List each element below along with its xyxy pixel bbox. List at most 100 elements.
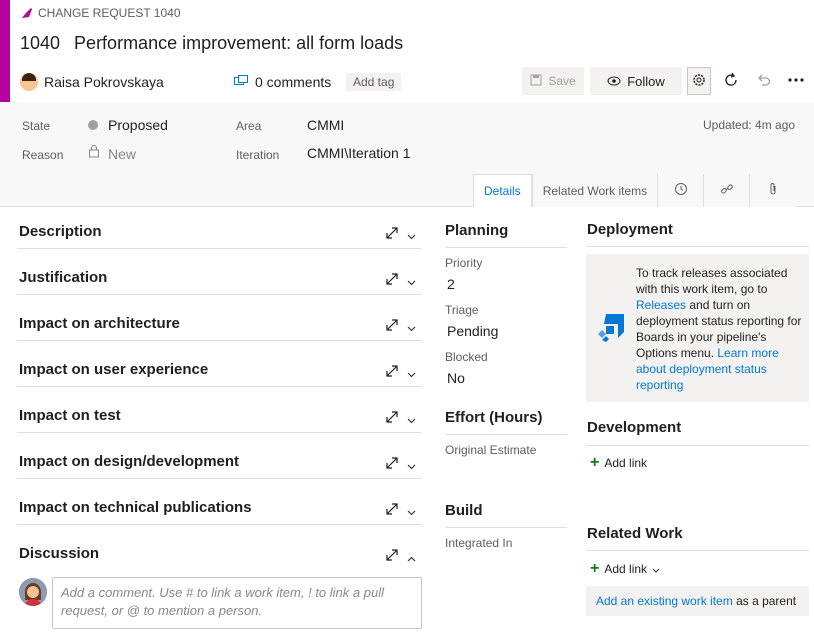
tab-links[interactable] [703,174,749,207]
section-impact-test[interactable]: Impact on test [17,401,422,433]
section-impact-user-experience[interactable]: Impact on user experience [17,355,422,387]
updated-timestamp[interactable]: Updated: 4m ago [703,118,795,132]
comments-link[interactable]: 0 comments [233,74,331,90]
state-dot [88,120,98,130]
add-existing-work-item-link[interactable]: Add an existing work item [596,594,733,608]
expand-icon[interactable] [385,318,399,337]
build-divider [445,527,567,528]
chevron-down-icon[interactable] [407,503,416,521]
section-impact-technical-publications[interactable]: Impact on technical publications [17,493,422,525]
refresh-icon[interactable] [722,71,740,89]
development-add-link-button[interactable]: + Add link [590,454,648,471]
assignee-avatar[interactable] [20,73,38,91]
follow-button[interactable]: Follow [590,67,682,95]
undo-icon[interactable] [755,71,773,89]
planning-title: Planning [445,222,509,239]
current-user-avatar [19,578,47,606]
triage-label: Triage [445,303,479,317]
priority-label: Priority [445,256,483,270]
expand-icon[interactable] [385,410,399,429]
reason-label: Reason [22,148,64,162]
related-work-add-link-button[interactable]: + Add link [590,560,660,577]
section-title: Impact on architecture [19,315,180,332]
eye-icon [607,74,621,89]
state-label: State [22,119,51,133]
comments-count: 0 comments [255,74,332,90]
iteration-label: Iteration [236,148,280,162]
chevron-down-icon[interactable] [407,273,416,291]
chevron-down-icon[interactable] [407,411,416,429]
lock-icon [88,144,100,163]
comment-input[interactable]: Add a comment. Use # to link a work item… [52,577,422,629]
chevron-down-icon[interactable] [407,319,416,337]
integrated-in-label: Integrated In [445,536,513,550]
blocked-label: Blocked [445,350,488,364]
section-discussion[interactable]: Discussion [17,539,422,571]
original-estimate-label: Original Estimate [445,443,537,457]
paperclip-icon [768,182,778,199]
work-item-tabs: Details Related Work items [473,174,796,207]
expand-icon[interactable] [385,548,399,567]
pipelines-icon [596,312,626,347]
iteration-value[interactable]: CMMI\Iteration 1 [307,145,410,161]
plus-icon: + [590,454,600,471]
planning-divider [445,247,567,248]
chevron-down-icon[interactable] [407,365,416,383]
add-link-label: Add link [604,456,648,470]
section-title: Impact on design/development [19,453,240,470]
tab-attachments[interactable] [749,174,795,207]
tab-related-work-items[interactable]: Related Work items [531,174,657,207]
section-title: Discussion [19,545,100,562]
section-impact-design-development[interactable]: Impact on design/development [17,447,422,479]
add-tag-button[interactable]: Add tag [346,73,402,91]
work-item-type-color-bar [0,0,10,102]
blocked-value[interactable]: No [447,370,465,386]
deployment-info-text: To track releases associated with this w… [636,266,802,392]
chevron-down-icon[interactable] [407,457,416,475]
section-title: Impact on test [19,407,121,424]
section-title: Description [19,223,102,240]
settings-button[interactable] [687,67,711,95]
work-item-meta-row: Raisa Pokrovskaya 0 comments Add tag Sav… [20,67,810,95]
area-label: Area [236,119,262,133]
related-work-title: Related Work [587,525,683,542]
tab-history[interactable] [657,174,703,207]
save-button[interactable]: Save [522,67,584,95]
tab-details[interactable]: Details [473,174,532,207]
reason-value: New [108,146,137,162]
chevron-down-icon[interactable] [407,227,416,245]
section-title: Impact on user experience [19,361,209,378]
releases-link[interactable]: Releases [636,298,686,312]
assignee-name[interactable]: Raisa Pokrovskaya [44,74,164,90]
as-parent-text: as a parent [732,594,797,608]
development-title: Development [587,419,682,436]
expand-icon[interactable] [385,272,399,291]
expand-icon[interactable] [385,226,399,245]
work-item-type-label: CHANGE REQUEST 1040 [38,6,181,20]
triage-value[interactable]: Pending [447,323,498,339]
work-item-id: 1040 [20,33,61,53]
gear-icon [691,72,707,91]
plus-icon: + [590,560,600,577]
effort-divider [445,434,567,435]
add-existing-parent-panel: Add an existing work item as a parent [586,586,809,616]
build-title: Build [445,502,483,519]
save-label: Save [548,74,576,88]
chevron-up-icon[interactable] [407,549,416,567]
deployment-info-panel: To track releases associated with this w… [586,254,809,402]
section-impact-architecture[interactable]: Impact on architecture [17,309,422,341]
related-work-divider [586,550,809,551]
more-actions-icon[interactable] [787,71,805,89]
area-value[interactable]: CMMI [307,117,344,133]
expand-icon[interactable] [385,364,399,383]
work-item-title[interactable]: 1040 Performance improvement: all form l… [20,33,403,54]
section-description[interactable]: Description [17,217,422,249]
expand-icon[interactable] [385,502,399,521]
priority-value[interactable]: 2 [447,276,455,292]
section-justification[interactable]: Justification [17,263,422,295]
section-title: Justification [19,269,108,286]
deployment-title: Deployment [587,221,673,238]
state-value[interactable]: Proposed [108,117,168,133]
work-item-title-text[interactable]: Performance improvement: all form loads [74,33,403,54]
expand-icon[interactable] [385,456,399,475]
